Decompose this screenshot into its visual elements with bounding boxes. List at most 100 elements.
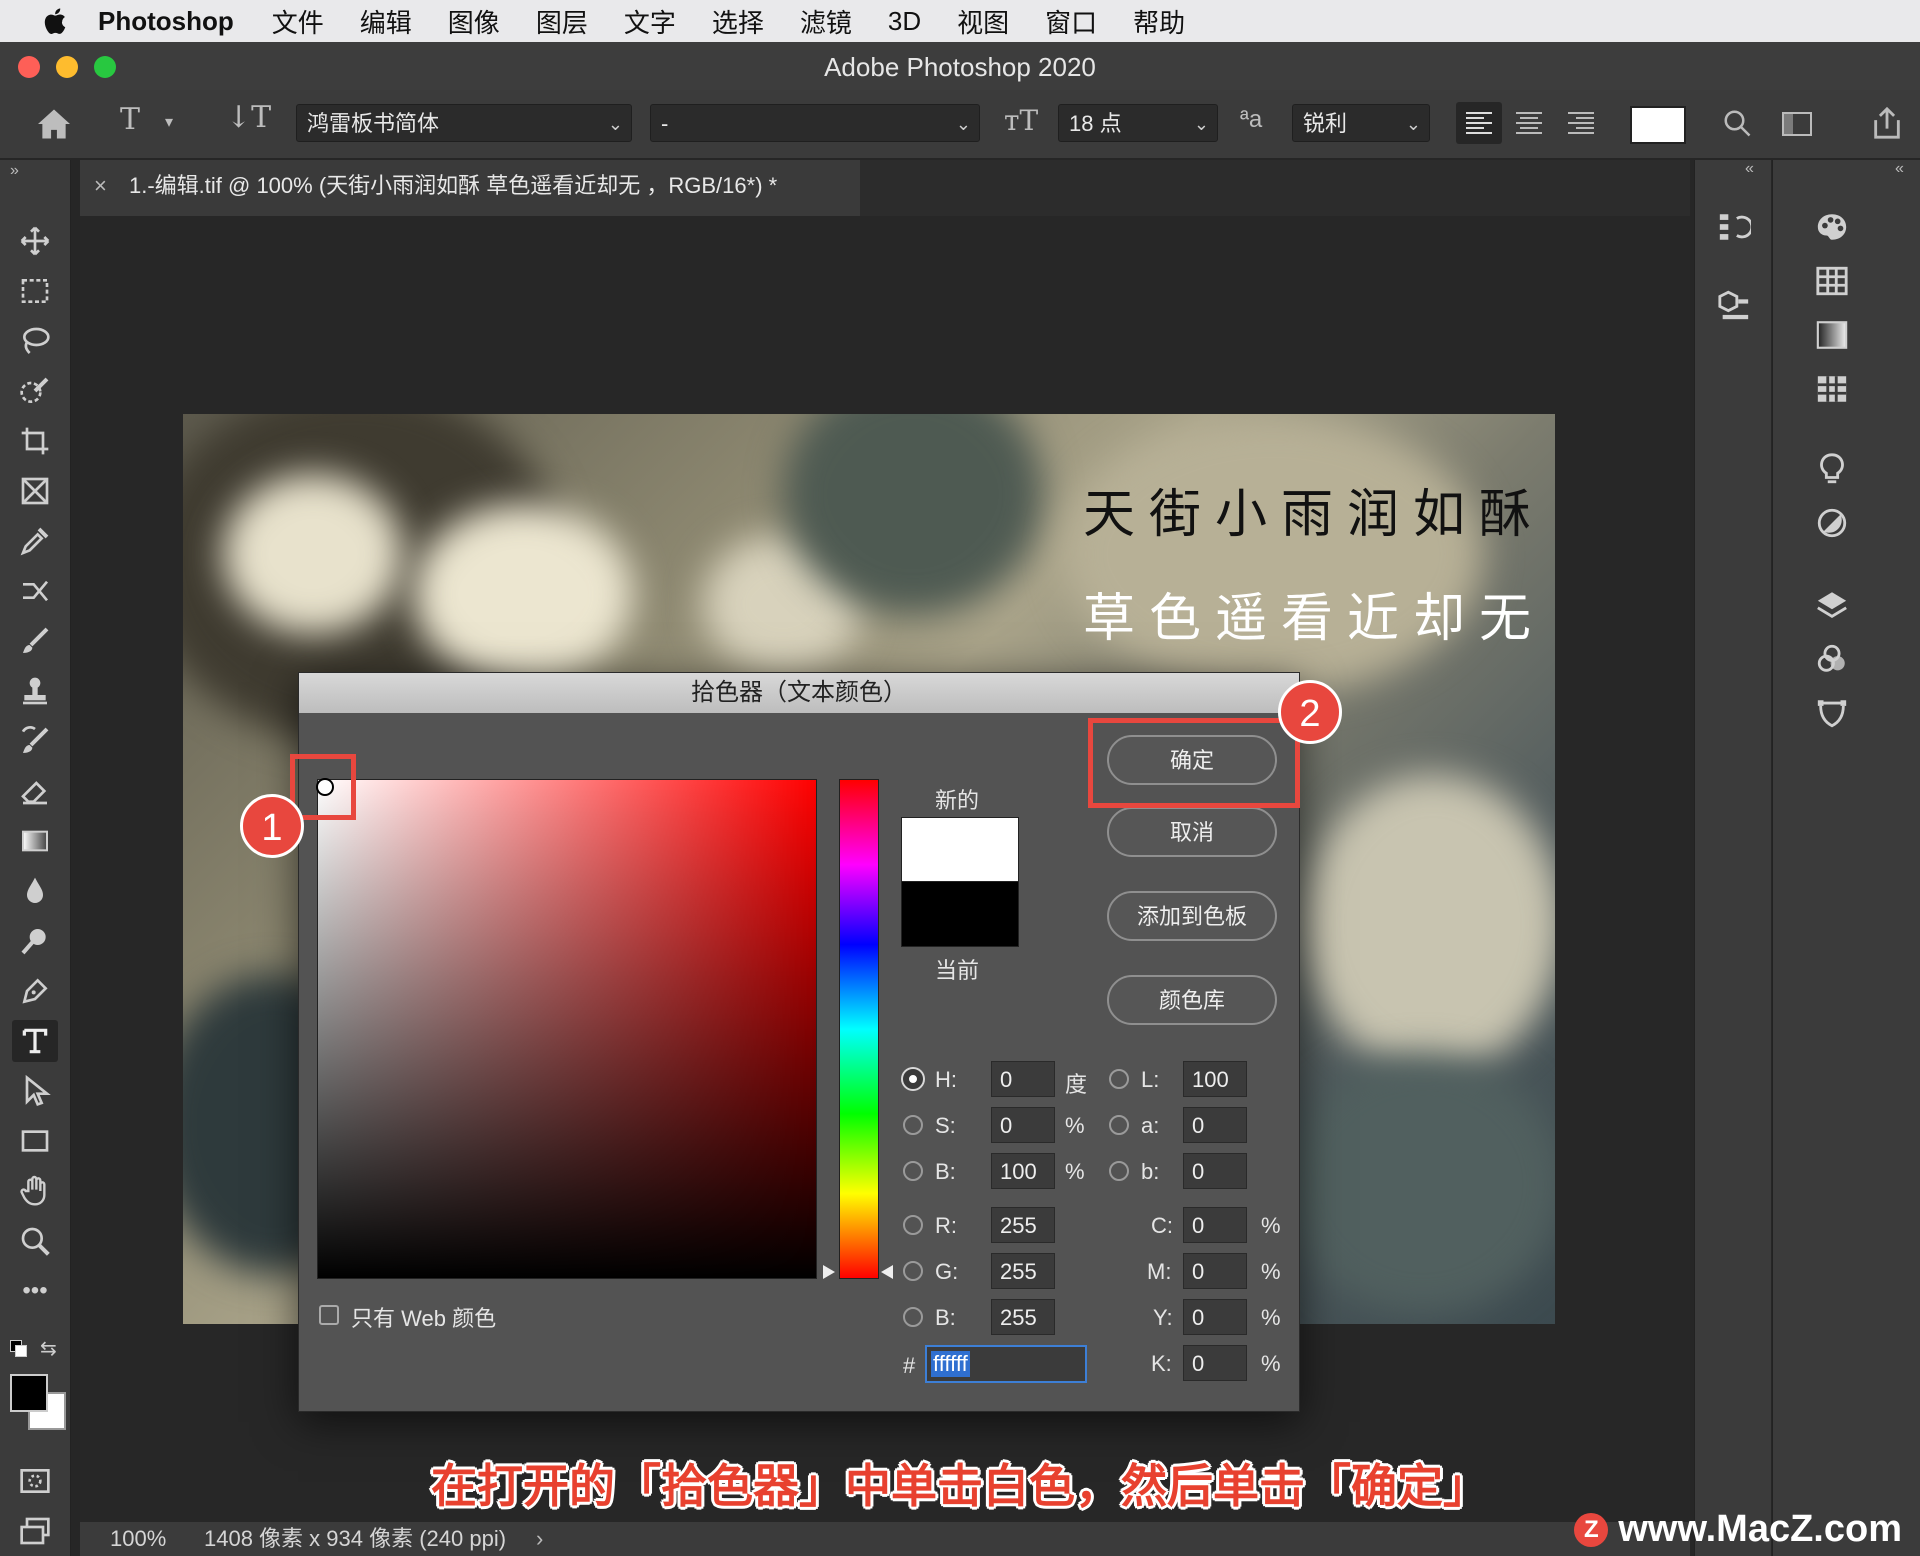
- crop-tool[interactable]: [12, 420, 58, 462]
- color-panel-button[interactable]: [1809, 206, 1855, 248]
- document-tab[interactable]: × 1.-编辑.tif @ 100% (天街小雨润如酥 草色遥看近却无 ，RGB…: [80, 160, 860, 216]
- lasso-tool[interactable]: [12, 320, 58, 362]
- home-icon[interactable]: [36, 108, 72, 140]
- hand-tool[interactable]: [12, 1170, 58, 1212]
- hue-slider[interactable]: [839, 779, 879, 1279]
- lab-a-radio[interactable]: [1109, 1115, 1129, 1135]
- zoom-tool[interactable]: [12, 1220, 58, 1262]
- dodge-tool[interactable]: [12, 920, 58, 962]
- pen-tool[interactable]: [12, 970, 58, 1012]
- menu-layer[interactable]: 图层: [536, 3, 588, 40]
- collapse-panel-icon[interactable]: «: [1745, 160, 1754, 178]
- share-icon[interactable]: [1870, 106, 1904, 140]
- font-style-dropdown[interactable]: - ⌄: [650, 104, 980, 142]
- saturation-radio[interactable]: [903, 1115, 923, 1135]
- menu-edit[interactable]: 编辑: [360, 3, 412, 40]
- more-tools-icon[interactable]: •••: [12, 1270, 58, 1312]
- lab-b-input[interactable]: 0: [1183, 1153, 1247, 1189]
- rectangle-tool[interactable]: [12, 1120, 58, 1162]
- quick-selection-tool[interactable]: [12, 370, 58, 412]
- workspace-icon[interactable]: [1782, 110, 1814, 138]
- patterns-panel-button[interactable]: [1809, 368, 1855, 410]
- menu-filter[interactable]: 滤镜: [800, 3, 852, 40]
- text-color-swatch[interactable]: [1630, 106, 1686, 144]
- cyan-input[interactable]: 0: [1183, 1207, 1247, 1243]
- font-size-dropdown[interactable]: 18 点 ⌄: [1058, 104, 1218, 142]
- align-left-button[interactable]: [1456, 102, 1502, 144]
- current-color-swatch[interactable]: [901, 881, 1019, 947]
- foreground-color-swatch[interactable]: [10, 1374, 48, 1412]
- poem-line-2[interactable]: 草色遥看近却无: [1083, 576, 1545, 651]
- color-libraries-button[interactable]: 颜色库: [1107, 975, 1277, 1025]
- lab-b-radio[interactable]: [1109, 1161, 1129, 1181]
- blur-tool[interactable]: [12, 870, 58, 912]
- chevron-down-icon[interactable]: ▾: [165, 112, 173, 132]
- apple-icon[interactable]: [40, 6, 68, 36]
- align-right-icon[interactable]: [1568, 111, 1594, 135]
- marquee-tool[interactable]: [12, 270, 58, 312]
- antialias-dropdown[interactable]: 锐利 ⌄: [1292, 104, 1430, 142]
- history-panel-button[interactable]: [1711, 206, 1757, 248]
- gradient-tool[interactable]: [12, 820, 58, 862]
- chevron-right-icon[interactable]: ›: [536, 1522, 543, 1556]
- blue-input[interactable]: 255: [991, 1299, 1055, 1335]
- menu-file[interactable]: 文件: [272, 3, 324, 40]
- menu-3d[interactable]: 3D: [888, 6, 921, 37]
- close-tab-icon[interactable]: ×: [94, 173, 107, 198]
- web-colors-only-checkbox[interactable]: [319, 1305, 339, 1325]
- menu-type[interactable]: 文字: [624, 3, 676, 40]
- lab-l-input[interactable]: 100: [1183, 1061, 1247, 1097]
- menu-view[interactable]: 视图: [957, 3, 1009, 40]
- hue-slider-right-arrow[interactable]: [881, 1265, 893, 1279]
- default-colors-icon[interactable]: [10, 1340, 27, 1357]
- red-radio[interactable]: [903, 1215, 923, 1235]
- type-tool[interactable]: [12, 1020, 58, 1062]
- gradients-panel-button[interactable]: [1809, 314, 1855, 356]
- move-tool[interactable]: [12, 220, 58, 262]
- hue-radio[interactable]: [903, 1069, 923, 1089]
- channels-panel-button[interactable]: [1809, 638, 1855, 680]
- menu-select[interactable]: 选择: [712, 3, 764, 40]
- adjustments-panel-button[interactable]: [1809, 502, 1855, 544]
- brightness-input[interactable]: 100: [991, 1153, 1055, 1189]
- brush-tool[interactable]: [12, 620, 58, 662]
- swatches-panel-button[interactable]: [1809, 260, 1855, 302]
- collapse-panel-icon[interactable]: «: [1895, 160, 1904, 178]
- screen-mode-button[interactable]: [12, 1510, 58, 1552]
- type-tool-preset-icon[interactable]: T: [120, 102, 140, 137]
- eyedropper-tool[interactable]: [12, 520, 58, 562]
- healing-brush-tool[interactable]: [12, 570, 58, 612]
- red-input[interactable]: 255: [991, 1207, 1055, 1243]
- swap-colors-icon[interactable]: ⇆: [40, 1336, 57, 1361]
- font-family-dropdown[interactable]: 鸿雷板书简体 ⌄: [296, 104, 632, 142]
- search-icon[interactable]: [1722, 108, 1752, 138]
- expand-panel-icon[interactable]: »: [10, 162, 19, 180]
- blue-radio[interactable]: [903, 1307, 923, 1327]
- cancel-button[interactable]: 取消: [1107, 807, 1277, 857]
- menu-app-name[interactable]: Photoshop: [98, 6, 234, 37]
- brightness-radio[interactable]: [903, 1161, 923, 1181]
- hue-slider-left-arrow[interactable]: [823, 1265, 835, 1279]
- green-input[interactable]: 255: [991, 1253, 1055, 1289]
- learn-panel-button[interactable]: [1809, 448, 1855, 490]
- menu-window[interactable]: 窗口: [1045, 3, 1097, 40]
- add-to-swatches-button[interactable]: 添加到色板: [1107, 891, 1277, 941]
- poem-line-1[interactable]: 天街小雨润如酥: [1083, 472, 1545, 547]
- green-radio[interactable]: [903, 1261, 923, 1281]
- hue-input[interactable]: 0: [991, 1061, 1055, 1097]
- zoom-level[interactable]: 100%: [110, 1522, 166, 1556]
- lab-a-input[interactable]: 0: [1183, 1107, 1247, 1143]
- black-input[interactable]: 0: [1183, 1345, 1247, 1381]
- history-brush-tool[interactable]: [12, 720, 58, 762]
- align-center-icon[interactable]: [1516, 111, 1542, 135]
- hex-input[interactable]: ffffff: [925, 1345, 1087, 1383]
- paths-panel-button[interactable]: [1809, 692, 1855, 734]
- frame-tool[interactable]: [12, 470, 58, 512]
- saturation-input[interactable]: 0: [991, 1107, 1055, 1143]
- menu-image[interactable]: 图像: [448, 3, 500, 40]
- properties-3d-panel-button[interactable]: [1711, 284, 1757, 326]
- saturation-brightness-field[interactable]: [316, 778, 817, 1279]
- magenta-input[interactable]: 0: [1183, 1253, 1247, 1289]
- eraser-tool[interactable]: [12, 770, 58, 812]
- menu-help[interactable]: 帮助: [1133, 3, 1185, 40]
